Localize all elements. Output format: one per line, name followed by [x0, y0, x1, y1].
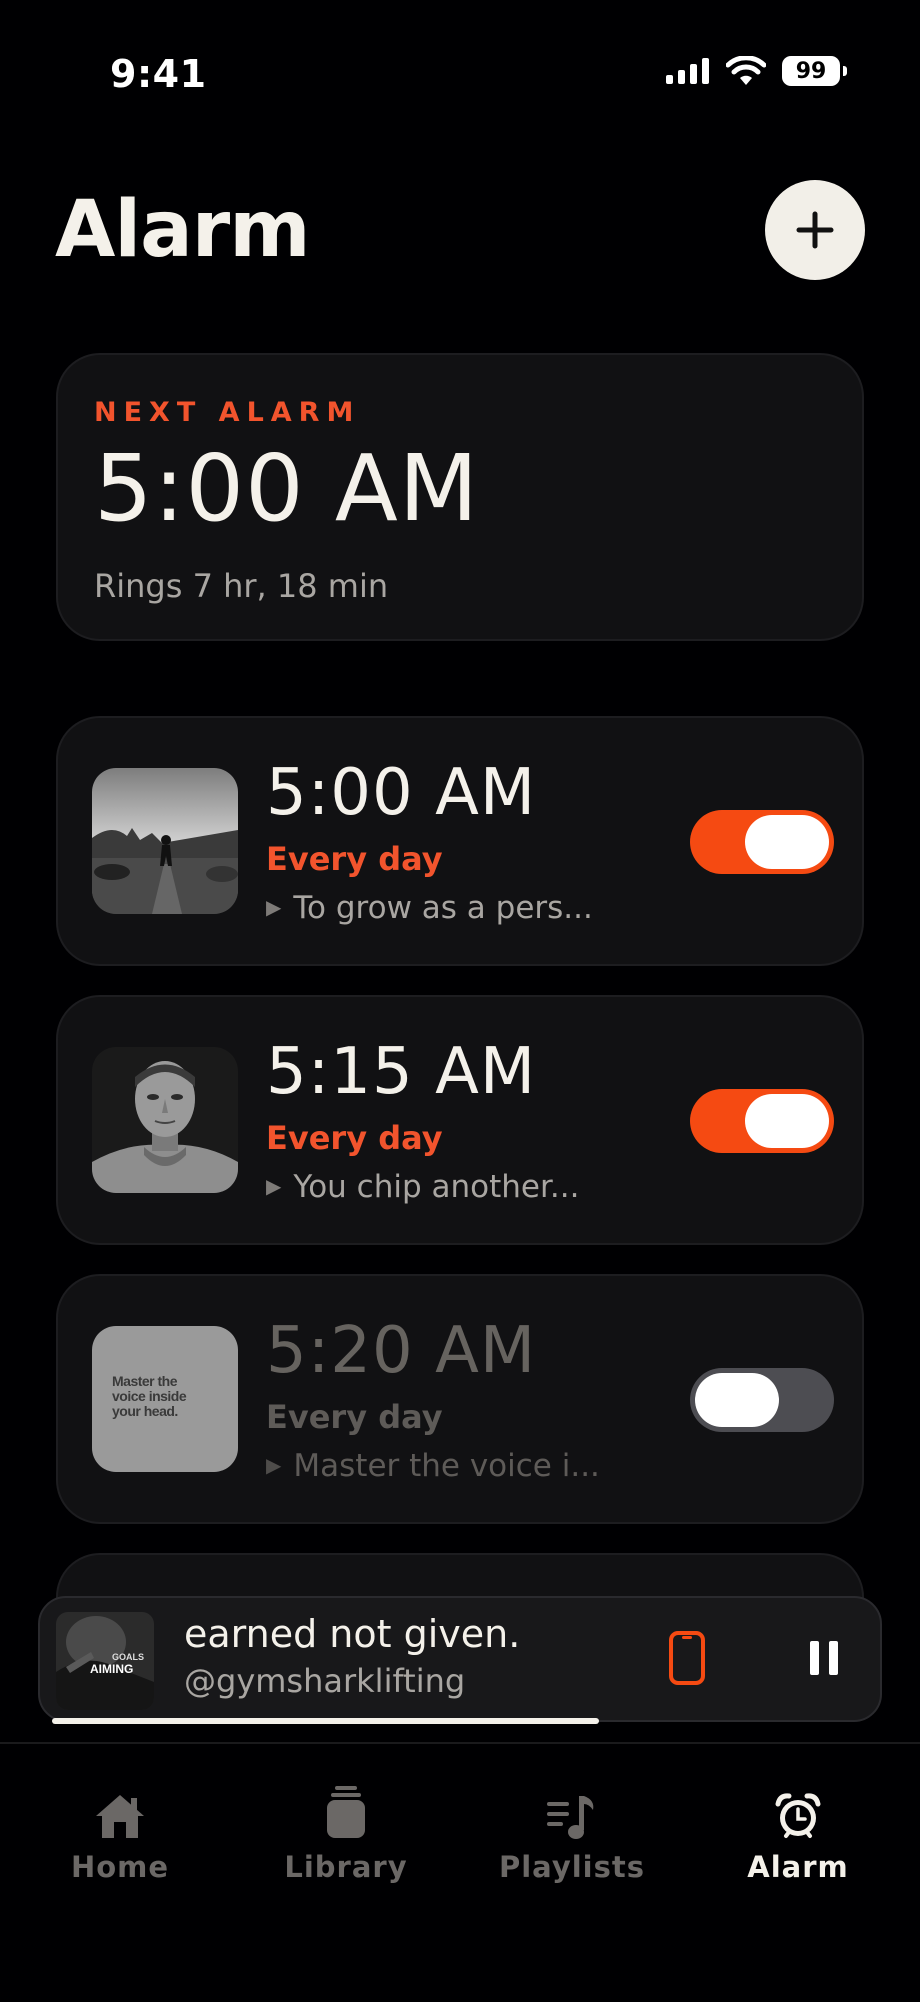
- tab-playlists[interactable]: Playlists: [472, 1784, 672, 1884]
- battery-indicator: 99: [782, 56, 847, 86]
- add-alarm-button[interactable]: [765, 180, 865, 280]
- alarm-track-title: Master the voice i...: [293, 1448, 600, 1484]
- playback-progress[interactable]: [52, 1718, 868, 1724]
- alarm-clock-icon: [775, 1793, 821, 1838]
- plus-icon: [796, 211, 834, 249]
- alarm-time: 5:20 AM: [266, 1314, 537, 1388]
- status-bar: 9:41 99: [0, 0, 920, 150]
- toggle-knob: [745, 815, 829, 869]
- toggle-knob: [745, 1094, 829, 1148]
- alarm-track-title: You chip another...: [293, 1169, 580, 1205]
- status-icons: 99: [666, 56, 847, 86]
- tab-label: Home: [70, 1850, 170, 1884]
- alarm-artwork: Master the voice inside your head.: [92, 1326, 238, 1472]
- tab-library[interactable]: Library: [246, 1784, 446, 1884]
- mini-player[interactable]: GOALS AIMING earned not given. @gymshark…: [38, 1596, 882, 1722]
- phone-device-icon: [669, 1631, 705, 1685]
- pause-button[interactable]: [794, 1628, 854, 1688]
- alarm-track: ▶ You chip another...: [266, 1169, 579, 1205]
- tab-label: Playlists: [498, 1850, 646, 1884]
- wifi-icon: [726, 56, 766, 85]
- alarm-toggle[interactable]: [690, 810, 834, 874]
- now-playing-artwork: GOALS AIMING: [56, 1612, 154, 1710]
- status-time: 9:41: [110, 52, 207, 96]
- playlists-icon: [547, 1796, 594, 1839]
- signal-icon: [666, 58, 709, 84]
- artwork-caption: Master the voice inside your head.: [112, 1373, 187, 1419]
- alarm-toggle[interactable]: [690, 1368, 834, 1432]
- next-alarm-time: 5:00 AM: [94, 435, 480, 542]
- device-button[interactable]: [668, 1630, 706, 1690]
- alarm-time: 5:00 AM: [266, 756, 537, 830]
- artwork-text-goals: GOALS: [112, 1652, 145, 1662]
- play-icon: ▶: [266, 1174, 282, 1198]
- page-title: Alarm: [55, 185, 310, 275]
- play-icon: ▶: [266, 1453, 282, 1477]
- pause-icon: [810, 1641, 838, 1675]
- tab-alarm[interactable]: Alarm: [698, 1784, 898, 1884]
- alarm-time: 5:15 AM: [266, 1035, 537, 1109]
- alarm-artwork: [92, 1047, 238, 1193]
- library-icon: [327, 1786, 365, 1838]
- playback-progress-fill: [52, 1718, 599, 1724]
- now-playing-title: earned not given.: [184, 1612, 521, 1656]
- alarm-repeat: Every day: [266, 1398, 443, 1436]
- alarm-track: ▶ Master the voice i...: [266, 1448, 600, 1484]
- alarm-item[interactable]: 5:15 AM Every day ▶ You chip another...: [56, 995, 864, 1245]
- home-icon: [96, 1795, 144, 1838]
- next-alarm-countdown: Rings 7 hr, 18 min: [94, 567, 389, 605]
- next-alarm-card: NEXT ALARM 5:00 AM Rings 7 hr, 18 min: [56, 353, 864, 641]
- alarm-repeat: Every day: [266, 840, 443, 878]
- tab-bar: Home Library Playlists Alarm: [0, 1742, 920, 2002]
- next-alarm-label: NEXT ALARM: [94, 397, 361, 428]
- artwork-text-aiming: AIMING: [90, 1662, 134, 1676]
- now-playing-artist: @gymsharklifting: [184, 1662, 466, 1700]
- alarm-repeat: Every day: [266, 1119, 443, 1157]
- play-icon: ▶: [266, 895, 282, 919]
- alarm-track: ▶ To grow as a pers...: [266, 890, 593, 926]
- tab-label: Library: [284, 1850, 408, 1884]
- alarm-artwork: [92, 768, 238, 914]
- alarm-toggle[interactable]: [690, 1089, 834, 1153]
- alarm-item[interactable]: Master the voice inside your head. 5:20 …: [56, 1274, 864, 1524]
- tab-label: Alarm: [747, 1850, 849, 1884]
- alarm-track-title: To grow as a pers...: [293, 890, 593, 926]
- toggle-knob: [695, 1373, 779, 1427]
- alarm-item[interactable]: 5:00 AM Every day ▶ To grow as a pers...: [56, 716, 864, 966]
- tab-home[interactable]: Home: [20, 1784, 220, 1884]
